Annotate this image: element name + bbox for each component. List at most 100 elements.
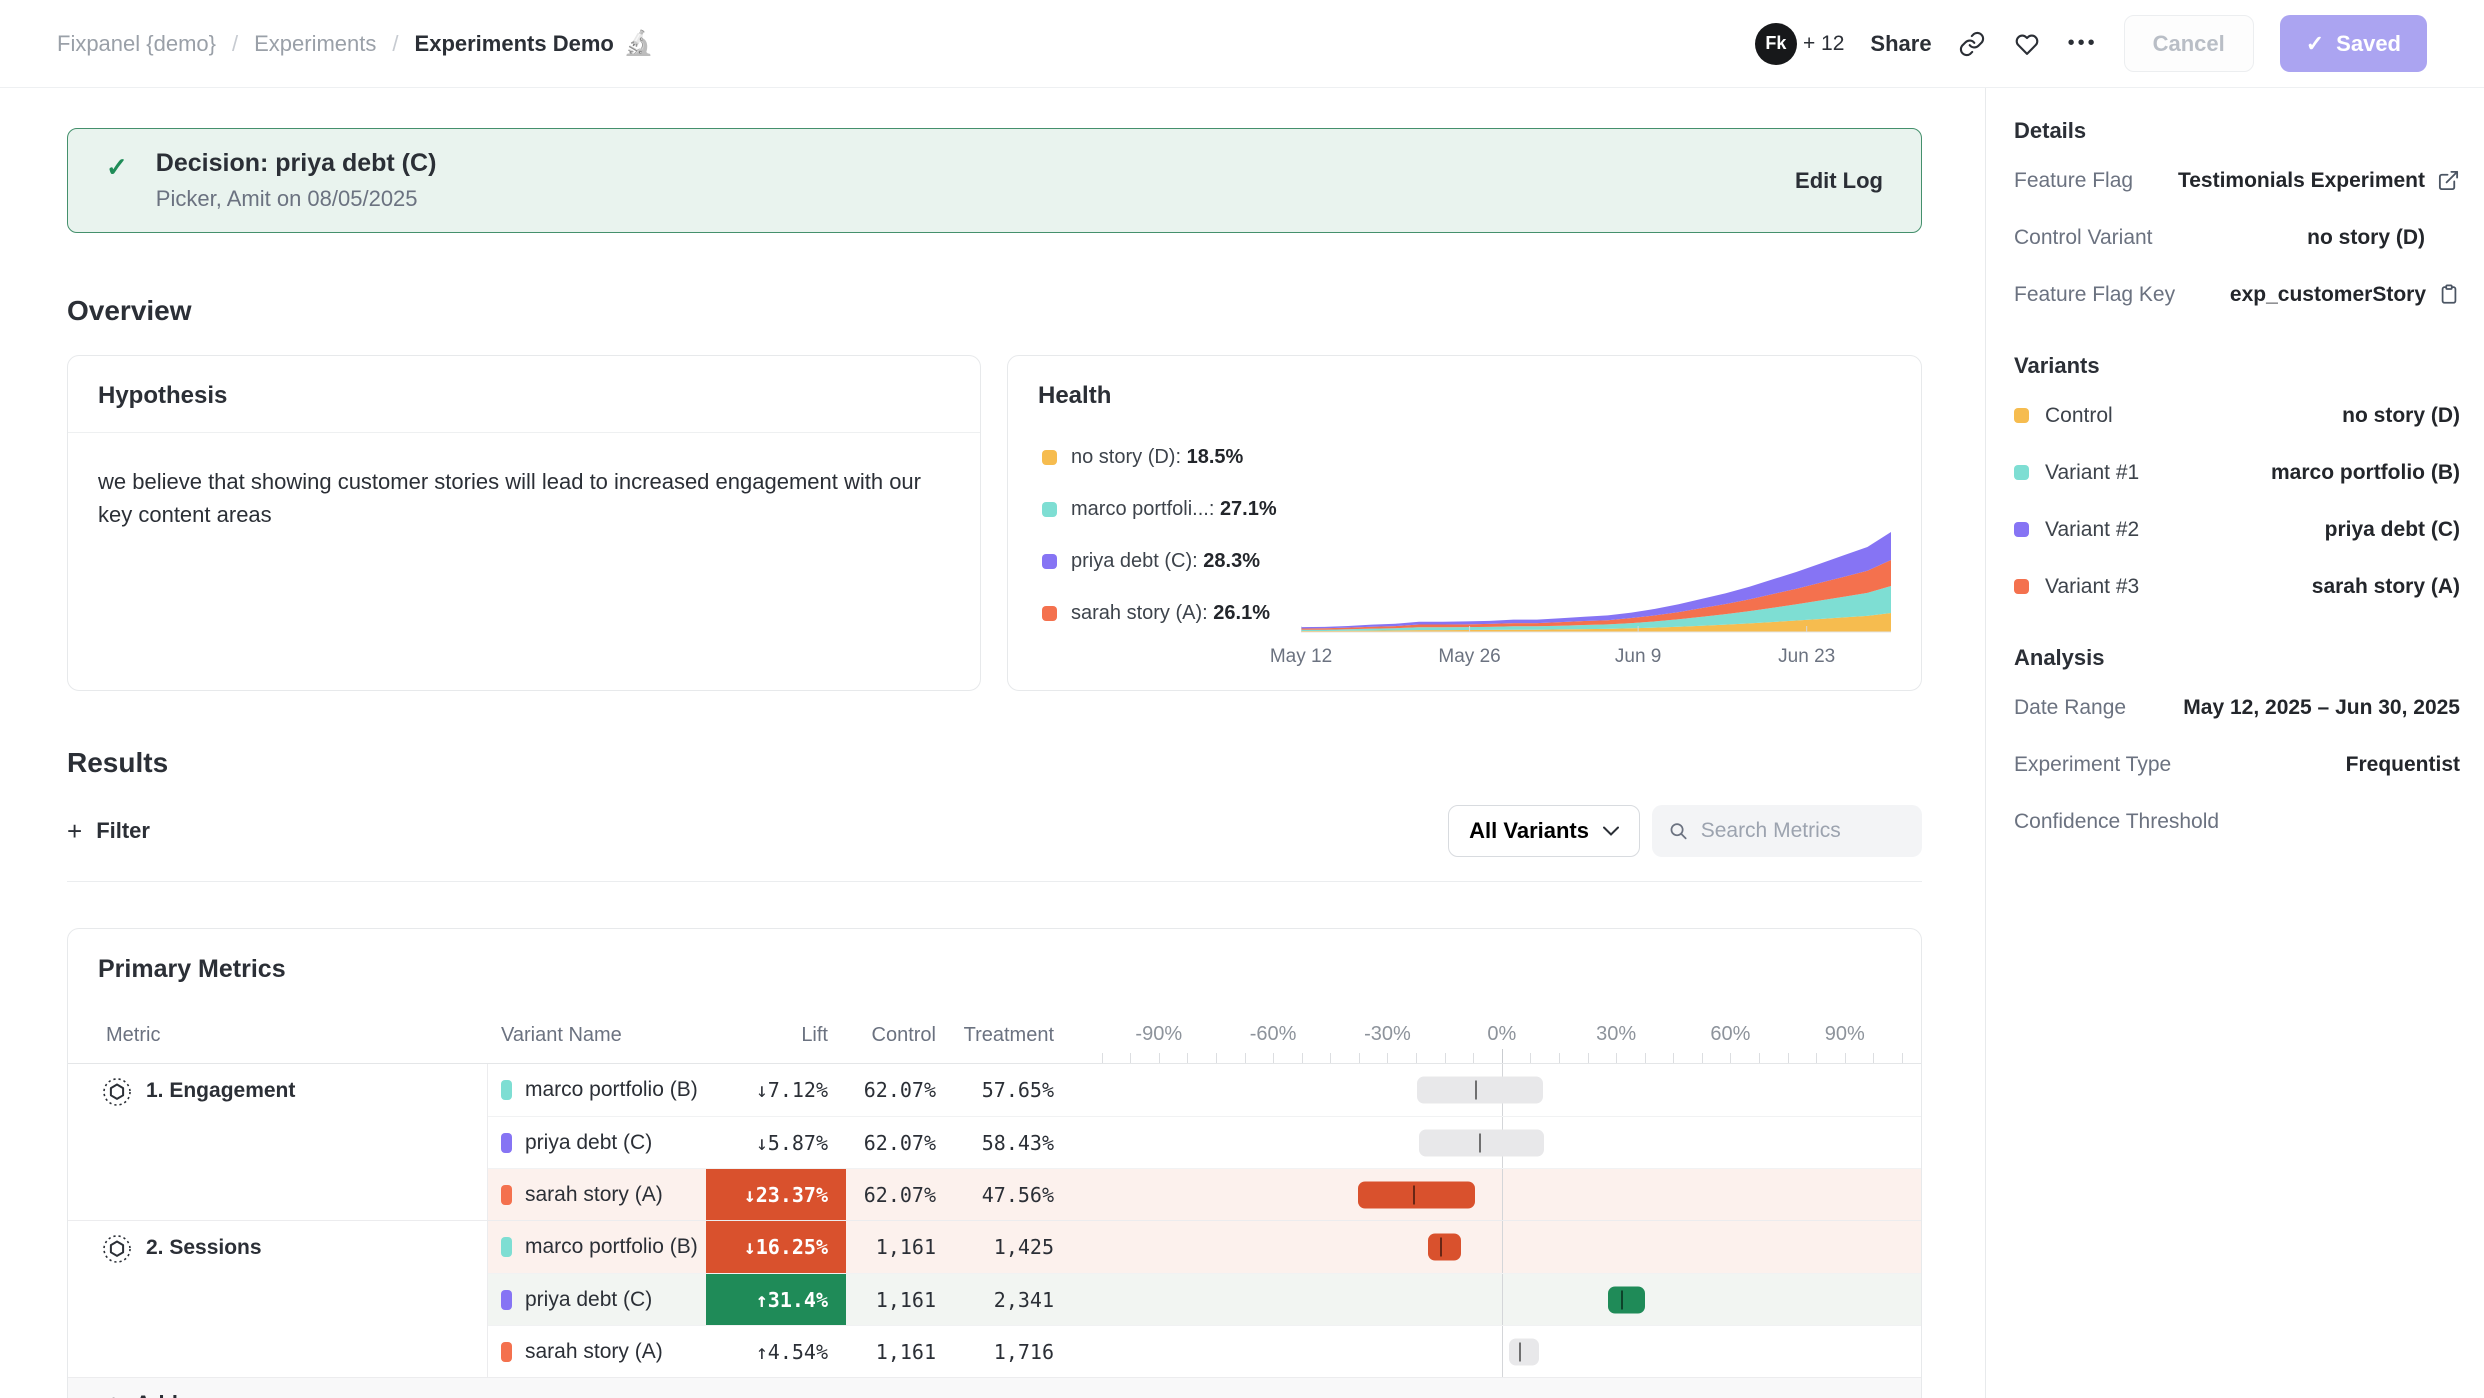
metric-group: 1. Engagementmarco portfolio (B)↓7.12%62… <box>68 1064 1921 1221</box>
search-metrics-box <box>1652 805 1922 857</box>
avatar[interactable]: Fk <box>1755 23 1797 65</box>
metric-variant-row[interactable]: sarah story (A)↑4.54%1,1611,716 <box>488 1325 1921 1377</box>
variant-swatch <box>2014 579 2029 594</box>
treatment-cell: 1,716 <box>941 1326 1066 1377</box>
legend-label: no story (D): 18.5% <box>1071 446 1243 469</box>
add-filter-button[interactable]: + Filter <box>67 818 150 844</box>
variant-value: priya debt (C) <box>2325 518 2460 542</box>
metric-variant-row[interactable]: marco portfolio (B)↓7.12%62.07%57.65% <box>488 1064 1921 1116</box>
col-header-control: Control <box>846 1024 941 1063</box>
feature-flag-key-row: Feature Flag Key exp_customerStory <box>2014 266 2460 323</box>
confidence-threshold-row: Confidence Threshold <box>2014 793 2460 850</box>
lift-point-tick <box>1440 1238 1442 1257</box>
external-link-icon[interactable] <box>2437 169 2460 192</box>
overview-heading: Overview <box>67 295 1922 327</box>
control-cell: 1,161 <box>846 1326 941 1377</box>
decision-title: Decision: priya debt (C) <box>156 149 437 178</box>
variant-swatch <box>501 1237 512 1257</box>
variant-value: no story (D) <box>2342 404 2460 428</box>
collaborators[interactable]: Fk + 12 <box>1755 23 1844 65</box>
variant-value: sarah story (A) <box>2312 575 2460 599</box>
variant-row: Controlno story (D) <box>2014 387 2460 444</box>
variant-name-cell: sarah story (A) <box>488 1326 706 1377</box>
decision-banner: ✓ Decision: priya debt (C) Picker, Amit … <box>67 128 1922 233</box>
legend-label: priya debt (C): 28.3% <box>1071 550 1260 573</box>
metric-variant-row[interactable]: priya debt (C)↓5.87%62.07%58.43% <box>488 1116 1921 1168</box>
share-button[interactable]: Share <box>1870 31 1931 57</box>
x-axis-label: May 12 <box>1270 646 1332 668</box>
search-metrics-input[interactable] <box>1701 819 1906 843</box>
zero-line <box>1502 1274 1503 1325</box>
metric-icon <box>102 1234 132 1264</box>
lift-axis-label: -60% <box>1250 1023 1297 1046</box>
page-title: Experiments Demo <box>415 31 614 57</box>
legend-swatch <box>1042 450 1057 465</box>
control-cell: 62.07% <box>846 1064 941 1116</box>
favorite-heart-icon[interactable] <box>2012 30 2042 58</box>
confidence-interval-bar <box>1417 1077 1542 1104</box>
variants-dropdown[interactable]: All Variants <box>1448 805 1640 857</box>
metric-icon <box>102 1077 132 1107</box>
edit-log-button[interactable]: Edit Log <box>1795 168 1883 194</box>
zero-line <box>1502 1221 1503 1273</box>
cancel-button[interactable]: Cancel <box>2124 15 2254 72</box>
top-bar: Fixpanel {demo} / Experiments / Experime… <box>0 0 2484 88</box>
control-cell: 62.07% <box>846 1169 941 1220</box>
variants-heading: Variants <box>2014 353 2460 379</box>
variant-value: marco portfolio (B) <box>2271 461 2460 485</box>
x-axis-label: Jun 9 <box>1615 646 1661 668</box>
plus-icon: + <box>67 818 82 844</box>
analysis-heading: Analysis <box>2014 645 2460 671</box>
microscope-emoji: 🔬 <box>624 29 654 58</box>
variant-row: Variant #2priya debt (C) <box>2014 501 2460 558</box>
variant-name-cell: sarah story (A) <box>488 1169 706 1220</box>
table-header: Metric Variant Name Lift Control Treatme… <box>68 1010 1921 1064</box>
more-options-button[interactable]: ••• <box>2068 32 2098 55</box>
add-metric-button[interactable]: + Add <box>68 1378 1921 1398</box>
control-variant-value: no story (D) <box>2307 226 2425 250</box>
metric-variant-row[interactable]: priya debt (C)↑31.4%1,1612,341 <box>488 1273 1921 1325</box>
copy-link-icon[interactable] <box>1958 30 1986 58</box>
variant-swatch <box>501 1133 512 1153</box>
feature-flag-row: Feature Flag Testimonials Experiment <box>2014 152 2460 209</box>
legend-value: 18.5% <box>1187 446 1244 468</box>
lift-axis-label: -30% <box>1364 1023 1411 1046</box>
saved-button[interactable]: ✓ Saved <box>2280 15 2427 72</box>
confidence-interval-bar <box>1509 1338 1539 1365</box>
metric-group: 2. Sessionsmarco portfolio (B)↓16.25%1,1… <box>68 1221 1921 1378</box>
primary-metrics-card: Primary Metrics Metric Variant Name Lift… <box>67 928 1922 1398</box>
metric-cell: 1. Engagement <box>68 1064 488 1220</box>
variant-name-cell: priya debt (C) <box>488 1117 706 1168</box>
search-icon <box>1668 819 1689 843</box>
lift-axis-label: 0% <box>1487 1023 1516 1046</box>
breadcrumb-separator: / <box>392 31 398 57</box>
confidence-interval-cell <box>1094 1117 1921 1168</box>
health-chart-x-axis: May 12May 26Jun 9Jun 23 <box>1301 638 1891 668</box>
decision-check-icon: ✓ <box>106 152 128 183</box>
legend-swatch <box>1042 606 1057 621</box>
legend-label: marco portfoli...: 27.1% <box>1071 498 1277 521</box>
legend-item: sarah story (A): 26.1% <box>1042 602 1277 625</box>
breadcrumb-current: Experiments Demo 🔬 <box>415 29 654 58</box>
variant-swatch <box>501 1290 512 1310</box>
plus-icon: + <box>106 1391 121 1398</box>
lift-axis-label: 60% <box>1710 1023 1750 1046</box>
breadcrumb: Fixpanel {demo} / Experiments / Experime… <box>57 29 654 58</box>
health-title: Health <box>1008 356 1921 432</box>
breadcrumb-project[interactable]: Fixpanel {demo} <box>57 31 216 57</box>
variants-list: Controlno story (D)Variant #1marco portf… <box>2014 387 2460 615</box>
metric-variant-row[interactable]: sarah story (A)↓23.37%62.07%47.56% <box>488 1168 1921 1220</box>
breadcrumb-experiments[interactable]: Experiments <box>254 31 376 57</box>
lift-axis-label: -90% <box>1135 1023 1182 1046</box>
treatment-cell: 1,425 <box>941 1221 1066 1273</box>
copy-clipboard-icon[interactable] <box>2438 283 2460 306</box>
table-body: 1. Engagementmarco portfolio (B)↓7.12%62… <box>68 1064 1921 1378</box>
x-axis-label: May 26 <box>1438 646 1500 668</box>
health-legend: no story (D): 18.5% marco portfoli...: 27… <box>1042 436 1277 668</box>
primary-metrics-title: Primary Metrics <box>68 929 1921 1010</box>
zero-line <box>1502 1169 1503 1220</box>
lift-cell: ↓7.12% <box>706 1064 846 1116</box>
metric-variant-row[interactable]: marco portfolio (B)↓16.25%1,1611,425 <box>488 1221 1921 1273</box>
health-chart: May 12May 26Jun 9Jun 23 <box>1301 527 1891 668</box>
legend-item: marco portfoli...: 27.1% <box>1042 498 1277 521</box>
